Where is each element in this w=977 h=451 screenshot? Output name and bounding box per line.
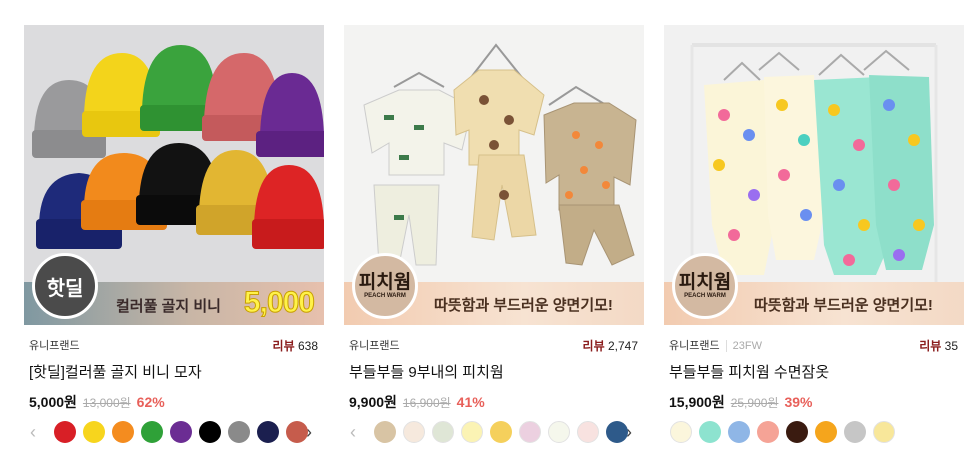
badge-label: 핫딜 bbox=[46, 277, 84, 300]
product-image[interactable]: 따뜻함과 부드러운 양면기모! 피치웜 PEACH WARM bbox=[344, 25, 644, 325]
color-swatches: ‹ › bbox=[24, 421, 324, 443]
color-swatches: ‹ › bbox=[344, 421, 644, 443]
color-swatch[interactable] bbox=[374, 421, 396, 443]
product-image[interactable]: 따뜻함과 부드러운 양면기모! 피치웜 PEACH WARM bbox=[664, 25, 964, 325]
banner-text: 컬러풀 골지 비니 bbox=[116, 298, 221, 315]
color-swatches bbox=[664, 421, 964, 443]
color-swatch[interactable] bbox=[873, 421, 895, 443]
discount-rate: 39% bbox=[784, 394, 813, 410]
badge-subtitle: PEACH WARM bbox=[684, 293, 726, 299]
color-swatch[interactable] bbox=[548, 421, 570, 443]
brand-name[interactable]: 유니프랜드 bbox=[29, 337, 80, 353]
color-swatch[interactable] bbox=[461, 421, 483, 443]
badge-title: 피치웜 bbox=[678, 272, 732, 293]
chevron-left-icon[interactable]: ‹ bbox=[350, 422, 356, 442]
price-row: 15,900원 25,900원 39% bbox=[669, 392, 812, 412]
color-swatch[interactable] bbox=[228, 421, 250, 443]
color-swatch[interactable] bbox=[844, 421, 866, 443]
sale-price: 15,900원 bbox=[669, 394, 725, 410]
review-count: 리뷰 638 bbox=[272, 339, 318, 353]
brand-name[interactable]: 유니프랜드 23FW bbox=[669, 337, 762, 353]
color-swatch[interactable] bbox=[170, 421, 192, 443]
color-swatch[interactable] bbox=[728, 421, 750, 443]
banner-text: 따뜻함과 부드러운 양면기모! bbox=[754, 297, 933, 314]
review-count: 리뷰 35 bbox=[919, 339, 958, 353]
discount-rate: 41% bbox=[456, 394, 485, 410]
product-title[interactable]: [핫딜]컬러풀 골지 비니 모자 bbox=[29, 361, 202, 382]
color-swatch[interactable] bbox=[83, 421, 105, 443]
color-swatch[interactable] bbox=[786, 421, 808, 443]
color-swatch[interactable] bbox=[112, 421, 134, 443]
color-swatch[interactable] bbox=[519, 421, 541, 443]
discount-rate: 62% bbox=[136, 394, 165, 410]
banner-price: 5,000 bbox=[243, 286, 315, 320]
sale-price: 9,900원 bbox=[349, 394, 397, 410]
season-tag: 23FW bbox=[725, 340, 762, 352]
brand-name[interactable]: 유니프랜드 bbox=[349, 337, 400, 353]
original-price: 13,000원 bbox=[82, 396, 131, 410]
product-card[interactable]: 따뜻함과 부드러운 양면기모! 피치웜 PEACH WARM 유니프랜드 리뷰 … bbox=[344, 25, 644, 443]
color-swatch[interactable] bbox=[199, 421, 221, 443]
color-swatch[interactable] bbox=[699, 421, 721, 443]
sale-price: 5,000원 bbox=[29, 394, 77, 410]
chevron-left-icon[interactable]: ‹ bbox=[30, 422, 36, 442]
color-swatch[interactable] bbox=[286, 421, 308, 443]
badge-title: 피치웜 bbox=[358, 272, 412, 293]
color-swatch[interactable] bbox=[257, 421, 279, 443]
banner-text: 따뜻함과 부드러운 양면기모! bbox=[434, 297, 613, 314]
product-card[interactable]: 컬러풀 골지 비니 5,000 핫딜 유니프랜드 리뷰 638 [핫딜]컬러풀 … bbox=[24, 25, 324, 443]
color-swatch[interactable] bbox=[490, 421, 512, 443]
hot-deal-badge: 핫딜 bbox=[32, 253, 98, 319]
color-swatch[interactable] bbox=[54, 421, 76, 443]
color-swatch[interactable] bbox=[606, 421, 628, 443]
color-swatch[interactable] bbox=[432, 421, 454, 443]
color-swatch[interactable] bbox=[403, 421, 425, 443]
price-row: 9,900원 16,900원 41% bbox=[349, 392, 485, 412]
color-swatch[interactable] bbox=[141, 421, 163, 443]
product-title[interactable]: 부들부들 피치웜 수면잠옷 bbox=[669, 361, 829, 382]
review-count: 리뷰 2,747 bbox=[582, 339, 638, 353]
original-price: 25,900원 bbox=[730, 396, 779, 410]
badge-subtitle: PEACH WARM bbox=[364, 293, 406, 299]
price-row: 5,000원 13,000원 62% bbox=[29, 392, 165, 412]
original-price: 16,900원 bbox=[402, 396, 451, 410]
color-swatch[interactable] bbox=[757, 421, 779, 443]
product-title[interactable]: 부들부들 9부내의 피치웜 bbox=[349, 361, 504, 382]
peach-warm-badge: 피치웜 PEACH WARM bbox=[352, 253, 418, 319]
color-swatch[interactable] bbox=[577, 421, 599, 443]
peach-warm-badge: 피치웜 PEACH WARM bbox=[672, 253, 738, 319]
color-swatch[interactable] bbox=[815, 421, 837, 443]
product-card[interactable]: 따뜻함과 부드러운 양면기모! 피치웜 PEACH WARM 유니프랜드 23FW… bbox=[664, 25, 964, 443]
product-image[interactable]: 컬러풀 골지 비니 5,000 핫딜 bbox=[24, 25, 324, 325]
color-swatch[interactable] bbox=[670, 421, 692, 443]
